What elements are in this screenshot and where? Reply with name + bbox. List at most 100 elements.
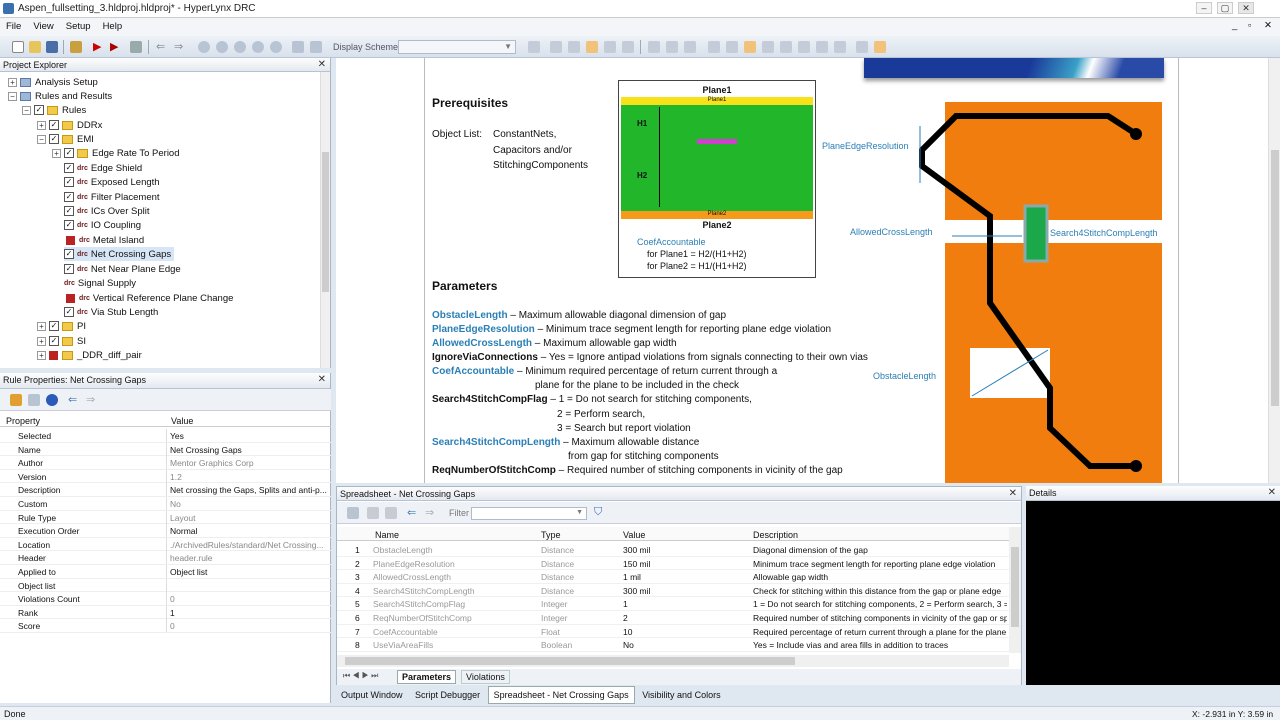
sys-minimize-button[interactable]: _ (1230, 18, 1239, 33)
spreadsheet-vscroll[interactable] (1009, 527, 1021, 653)
table-row[interactable]: 7 CoefAccountable Float 10 Required percenta… (337, 625, 1009, 639)
property-row[interactable]: Description Net crossing the Gaps, Splits… (0, 483, 331, 497)
tool-icon[interactable] (367, 507, 379, 519)
tree-item-filter-placement[interactable]: ✓ drc Filter Placement (64, 190, 160, 204)
run-icon[interactable]: ▶ (93, 41, 105, 53)
tool-icon-e[interactable] (604, 41, 616, 53)
tab-output-window[interactable]: Output Window (336, 687, 408, 703)
help-icon[interactable] (46, 394, 58, 406)
tree-item-io-coupling[interactable]: ✓ drc IO Coupling (64, 218, 141, 232)
sys-close-button[interactable]: ✕ (1262, 18, 1274, 33)
close-icon[interactable]: ✕ (318, 59, 326, 70)
property-row[interactable]: Custom No (0, 497, 331, 511)
property-row[interactable]: Execution Order Normal (0, 524, 331, 538)
property-value[interactable]: Net crossing the Gaps, Splits and anti-p… (170, 485, 328, 495)
tree-item-metal-island[interactable]: drc Metal Island (64, 233, 144, 247)
table-row[interactable]: 8 UseViaAreaFills Boolean No Yes = Include v… (337, 638, 1009, 652)
property-row[interactable]: Score 0 (0, 619, 331, 633)
tree-item-exposed-length[interactable]: ✓ drc Exposed Length (64, 175, 160, 189)
property-row[interactable]: Applied to Object list (0, 565, 331, 579)
filter-input[interactable]: ▼ (471, 507, 587, 520)
tree-item-rules-results[interactable]: − Rules and Results (8, 89, 112, 103)
property-value[interactable]: Normal (170, 526, 328, 536)
property-row[interactable]: Object list (0, 578, 331, 593)
tool-icon-h[interactable] (666, 41, 678, 53)
description-column-header[interactable]: Description (753, 530, 798, 540)
tool-icon-a[interactable] (528, 41, 540, 53)
tool-icon-c[interactable] (568, 41, 580, 53)
tool-icon-n[interactable] (780, 41, 792, 53)
tool-icon-d[interactable] (586, 41, 598, 53)
tool-icon-i[interactable] (684, 41, 696, 53)
export-icon[interactable] (347, 507, 359, 519)
wrench-icon[interactable] (70, 41, 82, 53)
property-row[interactable]: Author Mentor Graphics Corp (0, 456, 331, 470)
property-row[interactable]: Violations Count 0 (0, 592, 331, 606)
menu-setup[interactable]: Setup (60, 18, 97, 32)
property-row[interactable]: Version 1.2 (0, 469, 331, 484)
tree-item-ddrx[interactable]: + ✓ DDRx (37, 118, 102, 132)
tree-item-edge-rate[interactable]: + ✓ Edge Rate To Period (52, 146, 180, 160)
value-column-header[interactable]: Value (623, 530, 645, 540)
spreadsheet-hscroll[interactable] (337, 655, 1009, 667)
param-value-cell[interactable]: 1 mil (623, 572, 743, 582)
tree-item-ics-over-split[interactable]: ✓ drc ICs Over Split (64, 204, 150, 218)
tree-item-analysis-setup[interactable]: + Analysis Setup (8, 75, 98, 89)
tool-icon-s[interactable] (874, 41, 886, 53)
new-icon[interactable] (12, 41, 24, 53)
name-column-header[interactable]: Name (375, 530, 399, 540)
tree-item-signal-supply[interactable]: drc Signal Supply (64, 276, 136, 290)
tool-icon-g[interactable] (648, 41, 660, 53)
document-scrollbar[interactable] (1268, 58, 1280, 483)
forward-icon[interactable]: ⇒ (86, 393, 98, 406)
table-row[interactable]: 4 Search4StitchCompLength Distance 300 mil C… (337, 584, 1009, 598)
sys-restore-button[interactable]: ▫ (1246, 18, 1253, 33)
property-value[interactable]: Layout (170, 513, 328, 523)
close-button[interactable]: ✕ (1238, 2, 1254, 14)
maximize-button[interactable]: ▢ (1217, 2, 1233, 14)
zoom-fit-icon[interactable] (234, 41, 246, 53)
tree-item-emi[interactable]: − ✓ EMI (37, 132, 94, 146)
property-row[interactable]: Rank 1 (0, 605, 331, 620)
table-row[interactable]: 2 PlaneEdgeResolution Distance 150 mil Minim… (337, 557, 1009, 571)
zoom-area-icon[interactable] (252, 41, 264, 53)
tab-visibility-colors[interactable]: Visibility and Colors (637, 687, 725, 703)
run-all-icon[interactable]: ▶ (110, 41, 122, 53)
param-value-cell[interactable]: 150 mil (623, 559, 743, 569)
tab-parameters[interactable]: Parameters (397, 670, 457, 684)
tool-icon-q[interactable] (834, 41, 846, 53)
back-icon[interactable]: ⇐ (68, 393, 80, 406)
menu-view[interactable]: View (27, 18, 59, 32)
property-row[interactable]: Selected Yes (0, 429, 331, 443)
back-icon[interactable]: ⇐ (407, 506, 419, 519)
tool-icon-p[interactable] (816, 41, 828, 53)
layers-icon[interactable] (292, 41, 304, 53)
param-value-cell[interactable]: 300 mil (623, 586, 743, 596)
save-icon[interactable] (46, 41, 58, 53)
zoom-out-icon[interactable] (216, 41, 228, 53)
copy-icon[interactable] (385, 507, 397, 519)
stop-icon[interactable] (130, 41, 142, 53)
property-row[interactable]: Name Net Crossing Gaps (0, 442, 331, 457)
display-scheme-select[interactable]: ▼ (398, 40, 516, 54)
forward-icon[interactable]: ⇒ (425, 506, 437, 519)
filter-icon[interactable]: ⛉ (594, 507, 606, 519)
param-value-cell[interactable]: 10 (623, 627, 743, 637)
table-row[interactable]: 1 ObstacleLength Distance 300 mil Diagonal d… (337, 543, 1009, 557)
tool-icon-f[interactable] (622, 41, 634, 53)
type-column-header[interactable]: Type (541, 530, 561, 540)
property-value[interactable]: Yes (170, 431, 328, 441)
table-row[interactable]: 6 ReqNumberOfStitchComp Integer 2 Required n… (337, 611, 1009, 625)
forward-icon[interactable]: ⇒ (174, 41, 186, 53)
tab-script-debugger[interactable]: Script Debugger (410, 687, 485, 703)
tab-spreadsheet[interactable]: Spreadsheet - Net Crossing Gaps (487, 686, 635, 704)
close-icon[interactable]: ✕ (1009, 488, 1017, 499)
close-icon[interactable]: ✕ (1268, 487, 1276, 498)
zoom-in-icon[interactable] (198, 41, 210, 53)
tree-item-net-near-plane-edge[interactable]: ✓ drc Net Near Plane Edge (64, 262, 181, 276)
tree-item-net-crossing-gaps[interactable]: ✓ drc Net Crossing Gaps (64, 247, 174, 261)
grid-icon[interactable] (310, 41, 322, 53)
tool-icon-b[interactable] (550, 41, 562, 53)
zoom-prev-icon[interactable] (270, 41, 282, 53)
open-icon[interactable] (29, 41, 41, 53)
